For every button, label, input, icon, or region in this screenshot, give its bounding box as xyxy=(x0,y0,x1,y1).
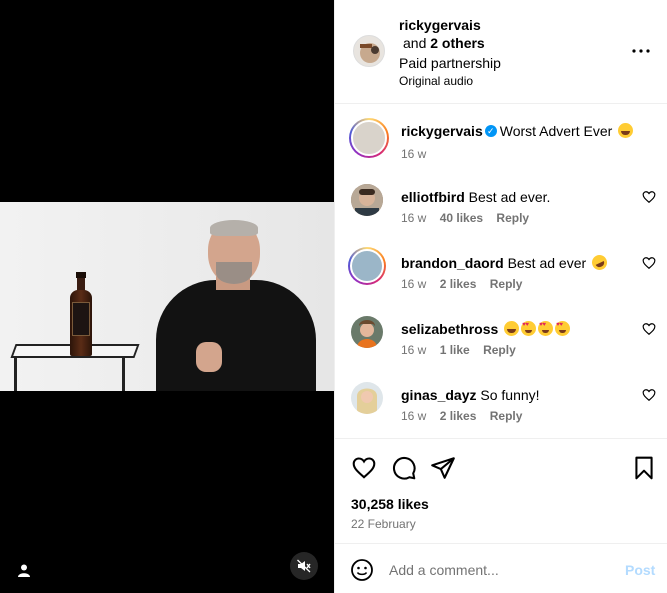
comment-text: elliotfbird Best ad ever. xyxy=(401,189,550,205)
collaborators-count[interactable]: 2 others xyxy=(430,35,484,51)
comment-item: selizabethross 16 w 1 like Reply xyxy=(335,316,667,382)
heart-eyes-emoji-icon xyxy=(555,321,571,336)
author-avatar[interactable] xyxy=(353,35,385,67)
comment-input[interactable] xyxy=(389,558,609,582)
comment-time[interactable]: 16 w xyxy=(401,211,426,225)
commenter-avatar[interactable] xyxy=(348,247,386,285)
comment-meta: 16 w 2 likes Reply xyxy=(401,409,532,423)
share-send-icon[interactable] xyxy=(430,455,456,481)
caption-username[interactable]: rickygervais xyxy=(401,123,483,139)
caption-body: Worst Advert Ever xyxy=(499,123,613,139)
post-caption: rickygervais ✓ Worst Advert Ever 16 w xyxy=(335,104,667,170)
comment-body: Best ad ever. xyxy=(468,189,551,205)
caption-text: rickygervais ✓ Worst Advert Ever xyxy=(401,123,634,139)
commenter-avatar[interactable] xyxy=(351,382,383,414)
comment-username[interactable]: brandon_daord xyxy=(401,255,504,271)
comment-text: ginas_dayz So funny! xyxy=(401,387,540,403)
video-frame[interactable] xyxy=(0,202,334,391)
comment-likes[interactable]: 1 like xyxy=(440,343,470,357)
comment-likes[interactable]: 2 likes xyxy=(440,409,477,423)
more-dots-icon xyxy=(632,49,650,53)
comment-likes[interactable]: 2 likes xyxy=(440,277,477,291)
comment-body: So funny! xyxy=(480,387,540,403)
verified-badge-icon: ✓ xyxy=(484,125,497,138)
post-details-panel: rickygervais and 2 others Paid partnersh… xyxy=(334,0,667,593)
post-actions: 30,258 likes 22 February xyxy=(335,438,667,543)
heart-eyes-emoji-icon xyxy=(538,321,554,336)
table-leg xyxy=(122,356,125,391)
comment-time[interactable]: 16 w xyxy=(401,277,426,291)
comment-username[interactable]: ginas_dayz xyxy=(401,387,476,403)
heart-eyes-emoji-icon xyxy=(521,321,537,336)
comment-time[interactable]: 16 w xyxy=(401,409,426,423)
comment-bubble-icon[interactable] xyxy=(391,455,417,481)
speaker-muted-icon xyxy=(297,559,311,573)
tagged-user-icon[interactable] xyxy=(14,560,34,580)
comment-text: brandon_daord Best ad ever xyxy=(401,252,610,273)
emoji-picker-icon[interactable] xyxy=(350,558,374,582)
comment-username[interactable]: elliotfbird xyxy=(401,189,465,205)
mute-button[interactable] xyxy=(290,552,318,580)
reply-button[interactable]: Reply xyxy=(490,277,523,291)
reply-button[interactable]: Reply xyxy=(496,211,529,225)
comment-meta: 16 w 2 likes Reply xyxy=(401,277,532,291)
save-bookmark-icon[interactable] xyxy=(631,455,657,481)
paid-partnership-label[interactable]: Paid partnership xyxy=(399,55,501,71)
collaborators-prefix: and xyxy=(403,35,427,51)
author-username[interactable]: rickygervais xyxy=(399,17,481,33)
comment-body: Best ad ever xyxy=(507,255,587,271)
post-media[interactable] xyxy=(0,0,334,593)
table-leg xyxy=(14,356,17,391)
collaborators[interactable]: and 2 others xyxy=(403,35,485,51)
caption-time[interactable]: 16 w xyxy=(401,147,426,161)
commenter-avatar[interactable] xyxy=(351,184,383,216)
comment-meta: 16 w 40 likes Reply xyxy=(401,211,539,225)
comment-username[interactable]: selizabethross xyxy=(401,321,498,337)
comment-item: elliotfbird Best ad ever. 16 w 40 likes … xyxy=(335,184,667,250)
presenter xyxy=(156,220,316,391)
caption-avatar[interactable] xyxy=(349,118,389,158)
post-date[interactable]: 22 February xyxy=(351,517,416,531)
comment-composer: Post xyxy=(335,543,667,593)
comment-time[interactable]: 16 w xyxy=(401,343,426,357)
like-comment-heart-icon[interactable] xyxy=(642,322,656,336)
comment-meta: 16 w 1 like Reply xyxy=(401,343,526,357)
comment-text: selizabethross xyxy=(401,321,571,337)
post-comment-button[interactable]: Post xyxy=(625,562,655,578)
rofl-emoji-icon xyxy=(589,252,610,273)
bottle xyxy=(70,272,92,356)
commenter-avatar[interactable] xyxy=(351,316,383,348)
instagram-post-view: rickygervais and 2 others Paid partnersh… xyxy=(0,0,667,593)
more-options-button[interactable] xyxy=(632,42,650,60)
audio-label[interactable]: Original audio xyxy=(399,74,473,88)
reply-button[interactable]: Reply xyxy=(490,409,523,423)
post-header: rickygervais and 2 others Paid partnersh… xyxy=(335,0,667,104)
like-count[interactable]: 30,258 likes xyxy=(351,496,429,512)
like-comment-heart-icon[interactable] xyxy=(642,388,656,402)
laughing-emoji-icon xyxy=(504,321,520,336)
like-comment-heart-icon[interactable] xyxy=(642,190,656,204)
like-comment-heart-icon[interactable] xyxy=(642,256,656,270)
laughing-emoji-icon xyxy=(618,123,634,138)
like-heart-icon[interactable] xyxy=(351,455,377,481)
reply-button[interactable]: Reply xyxy=(483,343,516,357)
comment-likes[interactable]: 40 likes xyxy=(440,211,483,225)
comment-item: brandon_daord Best ad ever 16 w 2 likes … xyxy=(335,247,667,316)
